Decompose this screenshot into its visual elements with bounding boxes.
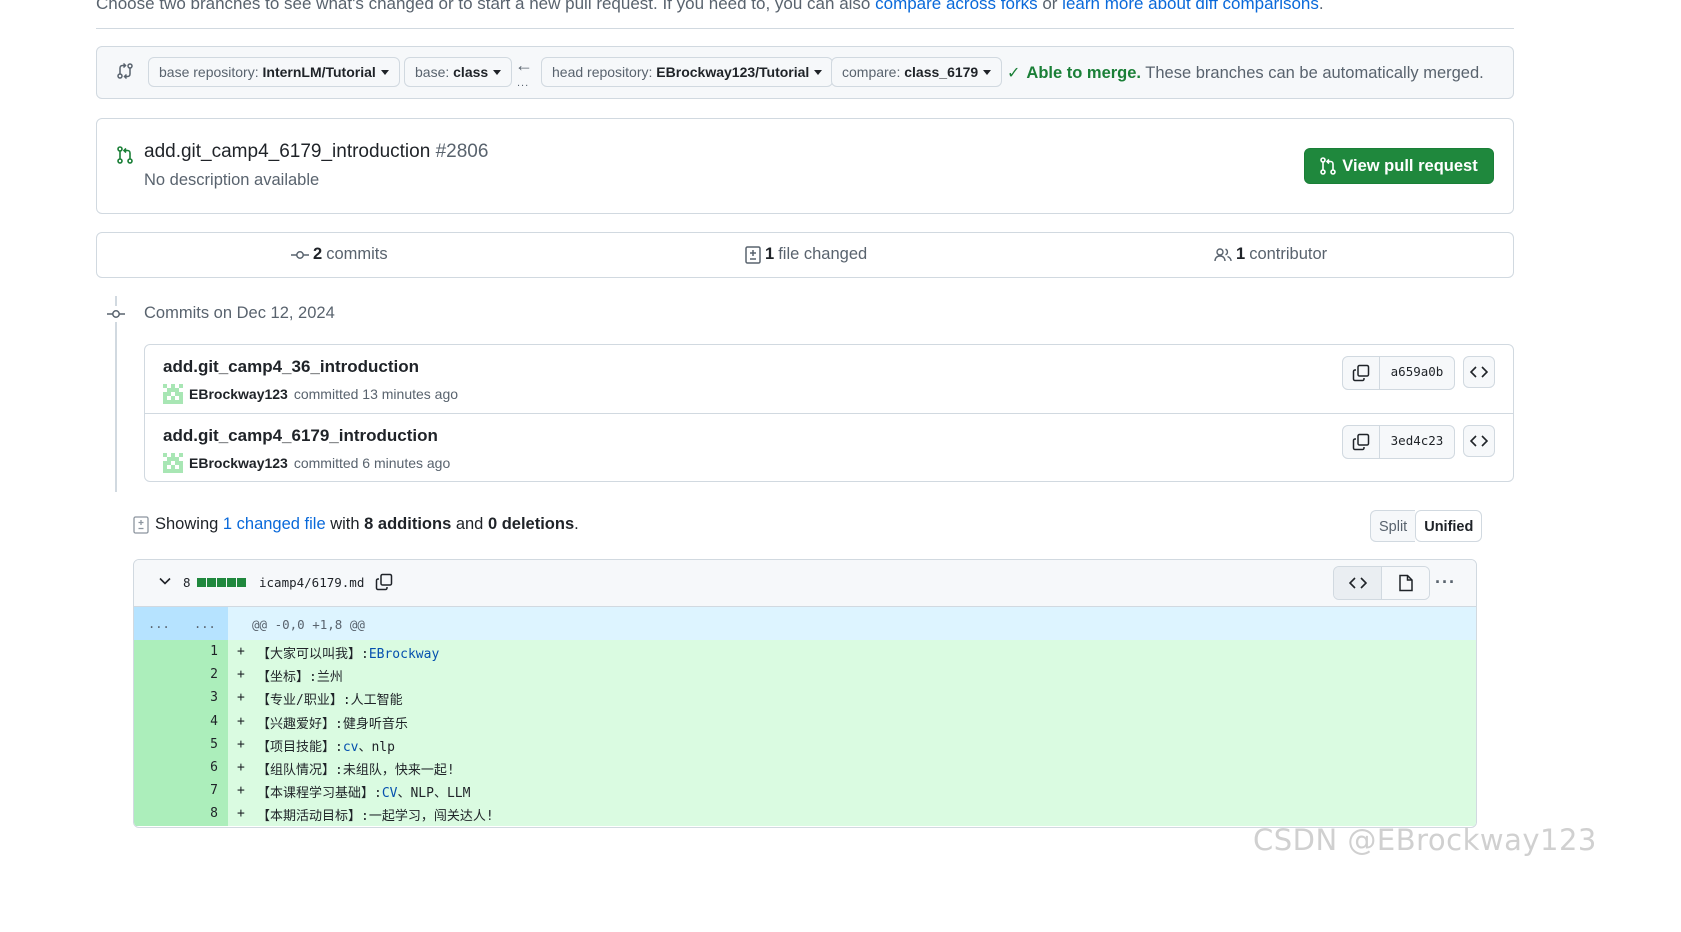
caret-down-icon — [380, 70, 389, 75]
commit-meta: EBrockway123 committed 13 minutes ago — [163, 384, 458, 404]
hunk-range: @@ -0,0 +1,8 @@ — [252, 617, 365, 632]
watermark: CSDN @EBrockway123 — [1253, 823, 1597, 857]
diff-line: 2 + 【坐标】:兰州 — [134, 663, 1476, 687]
pull-request-icon — [117, 146, 133, 169]
commit-sha-link[interactable]: 3ed4c23 — [1380, 426, 1454, 458]
file-header: 8 icamp4/6179.md ··· — [134, 560, 1476, 607]
file-diff: 8 icamp4/6179.md ··· ... ... @@ -0,0 +1,… — [133, 559, 1477, 828]
file-name-link[interactable]: icamp4/6179.md — [259, 575, 364, 590]
view-pull-request-button[interactable]: View pull request — [1304, 148, 1494, 184]
people-icon — [1214, 247, 1232, 261]
code-icon — [1348, 577, 1367, 589]
commit-sha-link[interactable]: a659a0b — [1380, 357, 1454, 389]
file-view-toggle — [1333, 566, 1430, 600]
file-diff-icon — [745, 245, 761, 264]
diff-line: 5 + 【项目技能】:cv、nlp — [134, 732, 1476, 756]
commit-icon — [291, 250, 309, 259]
hunk-expand-gutter[interactable]: ... ... — [134, 607, 228, 640]
diff-line: 3 + 【专业/职业】:人工智能 — [134, 686, 1476, 710]
caret-down-icon — [493, 70, 502, 75]
copy-sha-button[interactable] — [1343, 426, 1380, 458]
caret-down-icon — [814, 70, 823, 75]
diff-line: 7 + 【本课程学习基础】:CV、NLP、LLM — [134, 779, 1476, 803]
pull-request-icon — [1320, 157, 1337, 175]
unified-view-button[interactable]: Unified — [1415, 510, 1483, 542]
base-branch-select[interactable]: base: class — [404, 57, 513, 87]
compare-branch-select[interactable]: compare: class_6179 — [831, 57, 1003, 87]
split-view-button[interactable]: Split — [1370, 510, 1416, 542]
chevron-down-icon[interactable] — [158, 574, 172, 593]
commit-row: add.git_camp4_6179_introduction EBrockwa… — [145, 413, 1513, 482]
file-icon — [1398, 574, 1413, 592]
commits-date-header: Commits on Dec 12, 2024 — [144, 304, 335, 322]
merge-status: ✓ Able to merge. These branches can be au… — [1007, 64, 1484, 82]
sha-button-group: a659a0b — [1342, 356, 1455, 390]
caret-down-icon — [983, 70, 992, 75]
avatar[interactable] — [163, 453, 183, 473]
avatar[interactable] — [163, 384, 183, 404]
hunk-header: ... ... @@ -0,0 +1,8 @@ — [134, 607, 1476, 640]
head-repository-select[interactable]: head repository: EBrockway123/Tutorial — [541, 57, 834, 87]
existing-pull-request: add.git_camp4_6179_introduction #2806 No… — [96, 118, 1514, 214]
browse-repo-button[interactable] — [1463, 425, 1495, 457]
pr-title[interactable]: add.git_camp4_6179_introduction #2806 — [144, 141, 488, 163]
copy-icon[interactable] — [375, 573, 393, 596]
arrow-left-icon: ← — [515, 55, 533, 75]
commit-author[interactable]: EBrockway123 — [189, 386, 288, 402]
diff-comparisons-link[interactable]: learn more about diff comparisons — [1062, 0, 1319, 13]
file-diff-icon — [133, 515, 149, 534]
intro-text: Choose two branches to see what's change… — [96, 0, 1324, 14]
compare-icon — [117, 62, 133, 85]
diff-view-toggle: Split Unified — [1370, 510, 1483, 542]
sha-button-group: 3ed4c23 — [1342, 425, 1455, 459]
commit-author[interactable]: EBrockway123 — [189, 455, 288, 471]
rich-view-button[interactable] — [1381, 567, 1429, 599]
diff-summary-line: Showing 1 changed file with 8 additions … — [133, 515, 579, 534]
range-editor: base repository: InternLM/Tutorial base:… — [96, 46, 1514, 99]
ellipsis-icon: ... — [517, 77, 530, 89]
divider — [96, 28, 1514, 29]
commit-title[interactable]: add.git_camp4_36_introduction — [163, 357, 419, 377]
diff-stat: 8 — [183, 575, 246, 590]
kebab-icon[interactable]: ··· — [1435, 572, 1456, 593]
commit-list: add.git_camp4_36_introduction EBrockway1… — [144, 344, 1514, 482]
source-view-button[interactable] — [1334, 567, 1381, 599]
commit-meta: EBrockway123 committed 6 minutes ago — [163, 453, 450, 473]
commit-row: add.git_camp4_36_introduction EBrockway1… — [145, 345, 1513, 413]
commit-title[interactable]: add.git_camp4_6179_introduction — [163, 426, 438, 446]
browse-repo-button[interactable] — [1463, 356, 1495, 388]
copy-icon — [1352, 433, 1370, 451]
changed-files-link[interactable]: 1 changed file — [223, 515, 326, 533]
diffstat-blocks — [196, 578, 246, 587]
compare-forks-link[interactable]: compare across forks — [875, 0, 1038, 13]
code-icon — [1470, 435, 1488, 447]
commit-icon — [106, 306, 126, 327]
files-changed-link[interactable]: 1 file changed — [745, 245, 867, 264]
diff-line: 6 + 【组队情况】:未组队，快来一起! — [134, 756, 1476, 780]
check-icon: ✓ — [1007, 65, 1021, 82]
diff-line: 1 + 【大家可以叫我】:EBrockway — [134, 640, 1476, 664]
commits-count-link[interactable]: 2 commits — [291, 245, 388, 264]
code-icon — [1470, 366, 1488, 378]
copy-icon — [1352, 364, 1370, 382]
diff-line: 4 + 【兴趣爱好】:健身听音乐 — [134, 709, 1476, 733]
base-repository-select[interactable]: base repository: InternLM/Tutorial — [148, 57, 400, 87]
pr-description: No description available — [144, 171, 320, 189]
pr-number: #2806 — [435, 141, 489, 162]
compare-summary: 2 commits 1 file changed 1 contributor — [96, 232, 1514, 278]
contributors-link[interactable]: 1 contributor — [1214, 245, 1327, 264]
copy-sha-button[interactable] — [1343, 357, 1380, 389]
